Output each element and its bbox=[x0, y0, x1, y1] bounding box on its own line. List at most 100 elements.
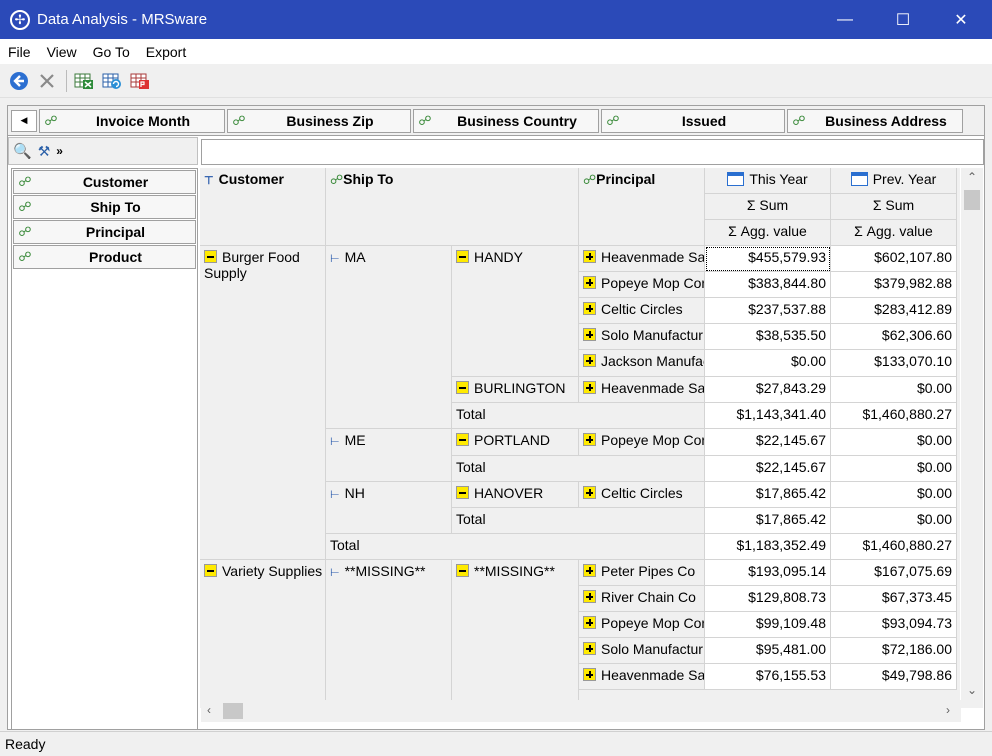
city-cell[interactable]: HANDY bbox=[452, 246, 579, 377]
principal-cell[interactable]: Popeye Mop Con bbox=[579, 272, 705, 298]
state-cell[interactable]: ⊢ ME bbox=[326, 429, 452, 482]
customer-total-prev-year[interactable]: $1,460,880.27 bbox=[831, 534, 957, 560]
expand-icon[interactable] bbox=[583, 564, 596, 577]
minimize-button[interactable]: — bbox=[816, 0, 874, 39]
city-cell[interactable]: PORTLAND bbox=[452, 429, 579, 456]
value-this-year[interactable]: $99,109.48 bbox=[705, 612, 831, 638]
export-excel-button[interactable] bbox=[71, 68, 97, 94]
value-this-year[interactable]: $95,481.00 bbox=[705, 638, 831, 664]
principal-cell[interactable]: Heavenmade Sa bbox=[579, 246, 705, 272]
vertical-scrollbar[interactable]: ⌃ ⌄ bbox=[961, 168, 983, 708]
collapse-icon[interactable] bbox=[456, 381, 469, 394]
expand-icon[interactable] bbox=[583, 354, 596, 367]
value-this-year[interactable]: $193,095.14 bbox=[705, 560, 831, 586]
row-header-principal[interactable]: ☍Principal bbox=[579, 168, 705, 246]
column-header-agg-value[interactable]: Σ Agg. value bbox=[705, 220, 831, 246]
principal-cell[interactable]: Popeye Mop Con bbox=[579, 429, 705, 456]
expand-icon[interactable] bbox=[583, 328, 596, 341]
filter-field-business-zip[interactable]: ☍ Business Zip bbox=[227, 108, 411, 133]
state-cell[interactable]: ⊢ MA bbox=[326, 246, 452, 429]
expand-icon[interactable] bbox=[583, 302, 596, 315]
total-prev-year[interactable]: $0.00 bbox=[831, 508, 957, 534]
value-this-year[interactable]: $27,843.29 bbox=[705, 377, 831, 403]
scroll-up-arrow-icon[interactable]: ⌃ bbox=[967, 170, 977, 184]
row-field-ship-to[interactable]: ☍ Ship To bbox=[13, 195, 196, 219]
menu-export[interactable]: Export bbox=[138, 44, 194, 60]
row-field-principal[interactable]: ☍ Principal bbox=[13, 220, 196, 244]
tools-icon[interactable]: ⚒ bbox=[38, 143, 51, 160]
cancel-button[interactable] bbox=[34, 68, 60, 94]
principal-cell[interactable]: Solo Manufactur bbox=[579, 324, 705, 350]
value-this-year[interactable]: $38,535.50 bbox=[705, 324, 831, 350]
row-field-product[interactable]: ☍ Product bbox=[13, 245, 196, 269]
filter-field-business-address[interactable]: ☍ Business Address bbox=[787, 108, 963, 133]
expand-icon[interactable] bbox=[583, 668, 596, 681]
customer-cell[interactable]: Burger Food Supply bbox=[200, 246, 326, 560]
principal-cell[interactable]: Popeye Mop Con bbox=[579, 612, 705, 638]
value-this-year[interactable]: $455,579.93 bbox=[705, 246, 831, 272]
scroll-right-arrow-icon[interactable]: › bbox=[946, 703, 950, 717]
collapse-icon[interactable] bbox=[456, 564, 469, 577]
principal-cell[interactable]: River Chain Co bbox=[579, 586, 705, 612]
total-this-year[interactable]: $22,145.67 bbox=[705, 456, 831, 482]
column-header-this-year[interactable]: This Year bbox=[705, 168, 831, 194]
state-cell[interactable]: ⊢ **MISSING** bbox=[326, 560, 452, 708]
value-prev-year[interactable]: $379,982.88 bbox=[831, 272, 957, 298]
value-prev-year[interactable]: $133,070.10 bbox=[831, 350, 957, 377]
city-cell[interactable]: BURLINGTON bbox=[452, 377, 579, 403]
expand-icon[interactable] bbox=[583, 381, 596, 394]
expand-icon[interactable] bbox=[583, 250, 596, 263]
maximize-button[interactable]: ☐ bbox=[874, 0, 932, 39]
total-prev-year[interactable]: $1,460,880.27 bbox=[831, 403, 957, 429]
collapse-icon[interactable] bbox=[456, 250, 469, 263]
column-header-agg-value[interactable]: Σ Agg. value bbox=[831, 220, 957, 246]
collapse-icon[interactable] bbox=[204, 564, 217, 577]
principal-cell[interactable]: Heavenmade Sa bbox=[579, 377, 705, 403]
scroll-left-arrow-icon[interactable]: ‹ bbox=[207, 703, 211, 717]
value-this-year[interactable]: $0.00 bbox=[705, 350, 831, 377]
filter-field-business-country[interactable]: ☍ Business Country bbox=[413, 108, 599, 133]
filter-field-invoice-month[interactable]: ☍ Invoice Month bbox=[39, 108, 225, 133]
principal-cell[interactable]: Solo Manufactur bbox=[579, 638, 705, 664]
filter-scroll-left-button[interactable]: ◀ bbox=[11, 109, 37, 132]
value-prev-year[interactable]: $62,306.60 bbox=[831, 324, 957, 350]
expand-icon[interactable] bbox=[583, 433, 596, 446]
value-this-year[interactable]: $237,537.88 bbox=[705, 298, 831, 324]
more-tools-chevron-icon[interactable]: » bbox=[56, 144, 63, 158]
horizontal-scroll-thumb[interactable] bbox=[223, 703, 243, 719]
expand-icon[interactable] bbox=[583, 486, 596, 499]
expand-icon[interactable] bbox=[583, 590, 596, 603]
horizontal-scrollbar[interactable]: ‹ › bbox=[201, 700, 961, 722]
value-prev-year[interactable]: $93,094.73 bbox=[831, 612, 957, 638]
value-prev-year[interactable]: $0.00 bbox=[831, 482, 957, 508]
expand-icon[interactable] bbox=[583, 616, 596, 629]
scroll-down-arrow-icon[interactable]: ⌄ bbox=[967, 683, 977, 697]
principal-cell[interactable]: Celtic Circles bbox=[579, 482, 705, 508]
row-header-ship-to[interactable]: ☍Ship To bbox=[326, 168, 579, 246]
zoom-search-icon[interactable]: 🔍 bbox=[13, 142, 32, 160]
value-prev-year[interactable]: $0.00 bbox=[831, 377, 957, 403]
total-this-year[interactable]: $1,143,341.40 bbox=[705, 403, 831, 429]
row-header-customer[interactable]: ⊤ Customer bbox=[200, 168, 326, 246]
customer-total-this-year[interactable]: $1,183,352.49 bbox=[705, 534, 831, 560]
value-prev-year[interactable]: $283,412.89 bbox=[831, 298, 957, 324]
menu-file[interactable]: File bbox=[0, 44, 39, 60]
collapse-icon[interactable] bbox=[456, 433, 469, 446]
principal-cell[interactable]: Heavenmade Sa bbox=[579, 664, 705, 690]
value-this-year[interactable]: $76,155.53 bbox=[705, 664, 831, 690]
customer-cell[interactable]: Variety Supplies bbox=[200, 560, 326, 708]
column-header-sum[interactable]: Σ Sum bbox=[831, 194, 957, 220]
total-this-year[interactable]: $17,865.42 bbox=[705, 508, 831, 534]
expand-icon[interactable] bbox=[583, 276, 596, 289]
row-field-customer[interactable]: ☍ Customer bbox=[13, 170, 196, 194]
collapse-icon[interactable] bbox=[204, 250, 217, 263]
total-prev-year[interactable]: $0.00 bbox=[831, 456, 957, 482]
expand-icon[interactable] bbox=[583, 642, 596, 655]
value-this-year[interactable]: $129,808.73 bbox=[705, 586, 831, 612]
menu-go-to[interactable]: Go To bbox=[85, 44, 138, 60]
vertical-scroll-thumb[interactable] bbox=[964, 190, 980, 210]
city-cell[interactable]: **MISSING** bbox=[452, 560, 579, 708]
close-button[interactable]: ✕ bbox=[932, 0, 990, 39]
filter-field-issued[interactable]: ☍ Issued bbox=[601, 108, 785, 133]
principal-cell[interactable]: Peter Pipes Co bbox=[579, 560, 705, 586]
